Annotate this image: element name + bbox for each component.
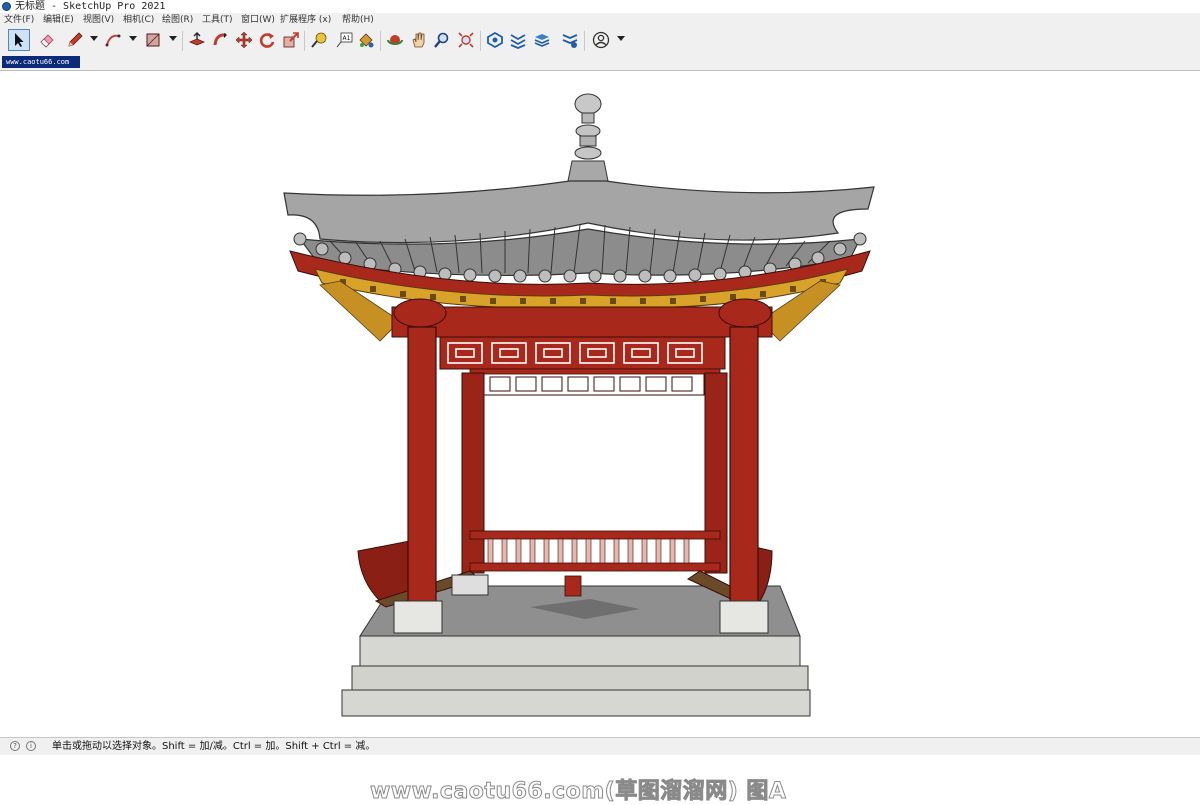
- main-beam: [391, 306, 773, 338]
- warehouse-icon: [487, 31, 503, 49]
- layout-button[interactable]: [531, 29, 553, 51]
- select-arrow-icon: [15, 33, 24, 47]
- scale-tool-button[interactable]: [280, 29, 302, 51]
- account-button[interactable]: [590, 29, 612, 51]
- instructor-info-icon[interactable]: i: [26, 741, 36, 751]
- shape-tool-dropdown-arrow[interactable]: [169, 36, 177, 41]
- eraser-icon: [40, 34, 54, 48]
- extension-manager-icon: [562, 34, 578, 48]
- menu-file[interactable]: 文件(F): [4, 13, 34, 27]
- tape-measure-icon: [311, 32, 327, 48]
- rotate-icon: [259, 33, 275, 48]
- line-tool-button[interactable]: [64, 29, 86, 51]
- 3d-warehouse-button[interactable]: [484, 29, 506, 51]
- follow-me-tool-button[interactable]: [210, 29, 232, 51]
- toolbar-separator: [480, 31, 481, 51]
- line-tool-dropdown-arrow[interactable]: [90, 36, 98, 41]
- tape-measure-tool-button[interactable]: [308, 29, 330, 51]
- menu-help[interactable]: 帮助(H): [342, 13, 374, 27]
- eraser-tool-button[interactable]: [36, 29, 58, 51]
- toolbar-separator: [304, 31, 305, 51]
- toolbar-separator: [182, 31, 183, 51]
- rotate-tool-button[interactable]: [256, 29, 278, 51]
- paint-bucket-tool-button[interactable]: [355, 29, 377, 51]
- menu-camera[interactable]: 相机(C): [123, 13, 154, 27]
- scale-icon: [283, 32, 299, 48]
- move-tool-button[interactable]: [233, 29, 255, 51]
- select-tool-button[interactable]: [8, 29, 30, 51]
- text-label-icon: A1: [336, 32, 353, 48]
- watermark-text: www.caotu66.com(草图溜溜网) 图A: [369, 779, 787, 805]
- menu-draw[interactable]: 绘图(R): [162, 13, 193, 27]
- window-title: 无标题 - SketchUp Pro 2021: [15, 1, 166, 12]
- roof-finial: [567, 93, 609, 182]
- pan-tool-button[interactable]: [408, 29, 430, 51]
- toolbar: A1: [0, 27, 1200, 56]
- orbit-icon: [387, 35, 403, 45]
- rectangle-tool-button[interactable]: [142, 29, 164, 51]
- follow-me-icon: [213, 33, 227, 46]
- pan-hand-icon: [412, 32, 425, 48]
- text-tool-button[interactable]: A1: [333, 29, 355, 51]
- menu-view[interactable]: 视图(V): [83, 13, 114, 27]
- menu-edit[interactable]: 编辑(E): [43, 13, 74, 27]
- menu-extensions[interactable]: 扩展程序 (x): [280, 13, 331, 27]
- zoom-icon: [434, 32, 449, 48]
- title-bar: 无标题 - SketchUp Pro 2021: [0, 0, 1200, 13]
- chinese-pavilion-model: [283, 93, 875, 717]
- orbit-tool-button[interactable]: [384, 29, 406, 51]
- geo-location-icon[interactable]: ?: [10, 741, 20, 751]
- scene-tab-strip: [0, 55, 1200, 70]
- status-message: 单击或拖动以选择对象。Shift = 加/减。Ctrl = 加。Shift + …: [52, 741, 376, 752]
- toolbar-separator: [584, 31, 585, 51]
- zoom-extents-icon: [458, 32, 474, 48]
- pencil-line-icon: [68, 32, 83, 47]
- layout-icon: [534, 34, 550, 47]
- account-dropdown-arrow[interactable]: [617, 36, 625, 41]
- account-icon: [592, 31, 610, 49]
- push-pull-icon: [188, 32, 206, 46]
- status-bar: ? i 单击或拖动以选择对象。Shift = 加/减。Ctrl = 加。Shif…: [0, 737, 1200, 755]
- toolbar-separator: [380, 31, 381, 51]
- paint-bucket-icon: [359, 33, 374, 48]
- arc-icon: [105, 34, 121, 47]
- zoom-tool-button[interactable]: [431, 29, 453, 51]
- svg-text:A1: A1: [343, 35, 351, 42]
- extension-manager-button[interactable]: [559, 29, 581, 51]
- drawing-viewport[interactable]: www.caotu66.com(草图溜溜网) 图A: [0, 70, 1200, 805]
- zoom-extents-tool-button[interactable]: [455, 29, 477, 51]
- extension-warehouse-button[interactable]: [507, 29, 529, 51]
- menu-bar: 文件(F) 编辑(E) 视图(V) 相机(C) 绘图(R) 工具(T) 窗口(W…: [0, 13, 1200, 27]
- arc-tool-button[interactable]: [102, 29, 124, 51]
- move-icon: [235, 31, 253, 49]
- extension-warehouse-icon: [510, 34, 526, 49]
- push-pull-tool-button[interactable]: [186, 29, 208, 51]
- arc-tool-dropdown-arrow[interactable]: [129, 36, 137, 41]
- scene-tab[interactable]: www.caotu66.com: [2, 56, 80, 68]
- menu-tools[interactable]: 工具(T): [202, 13, 233, 27]
- roof: [283, 180, 875, 283]
- sketchup-app-icon: [2, 2, 11, 11]
- rectangle-shape-icon: [146, 33, 160, 47]
- menu-window[interactable]: 窗口(W): [241, 13, 275, 27]
